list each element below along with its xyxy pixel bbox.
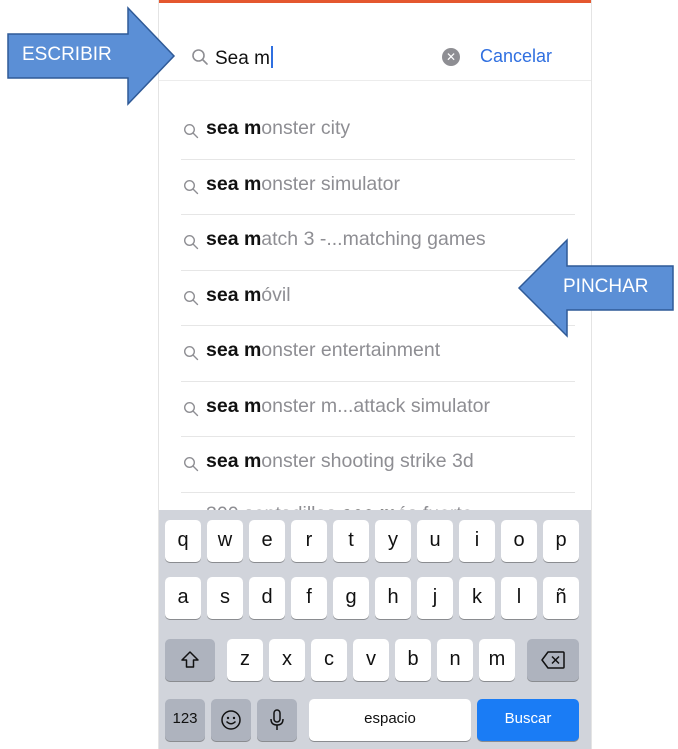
key-c[interactable]: c xyxy=(311,639,347,681)
space-key[interactable]: espacio xyxy=(309,699,471,741)
search-input[interactable]: Sea m xyxy=(215,46,273,70)
search-icon xyxy=(183,290,199,305)
suggestion-item[interactable]: sea monster m...attack simulator xyxy=(181,382,575,437)
key-g[interactable]: g xyxy=(333,577,369,619)
shift-key[interactable] xyxy=(165,639,215,681)
suggestion-text: sea móvil xyxy=(206,284,291,307)
key-w[interactable]: w xyxy=(207,520,243,562)
text-caret xyxy=(270,46,273,68)
key-v[interactable]: v xyxy=(353,639,389,681)
key-i[interactable]: i xyxy=(459,520,495,562)
shift-icon xyxy=(181,651,199,668)
dictation-key[interactable] xyxy=(257,699,297,741)
key-k[interactable]: k xyxy=(459,577,495,619)
suggestion-rest: onster entertainment xyxy=(261,339,441,361)
key-b[interactable]: b xyxy=(395,639,431,681)
suggestion-text: sea monster m...attack simulator xyxy=(206,395,490,418)
backspace-icon xyxy=(541,651,565,669)
search-icon xyxy=(183,345,199,361)
search-icon xyxy=(183,123,199,139)
search-bar[interactable]: Sea m ✕ Cancelar xyxy=(159,32,591,81)
suggestion-text: sea monster shooting strike 3d xyxy=(206,450,474,473)
key-h[interactable]: h xyxy=(375,577,411,619)
suggestion-text: sea monster simulator xyxy=(206,173,400,196)
cancel-button[interactable]: Cancelar xyxy=(480,46,552,67)
key-p[interactable]: p xyxy=(543,520,579,562)
suggestion-rest: óvil xyxy=(261,283,291,306)
suggestion-match: sea m xyxy=(206,172,262,195)
key-r[interactable]: r xyxy=(291,520,327,562)
delete-key[interactable] xyxy=(527,639,579,681)
suggestion-item[interactable]: sea monster city xyxy=(181,104,575,160)
key-u[interactable]: u xyxy=(417,520,453,562)
key-e[interactable]: e xyxy=(249,520,285,562)
microphone-icon xyxy=(270,709,284,730)
key-f[interactable]: f xyxy=(291,577,327,619)
pinchar-label: PINCHAR xyxy=(563,276,649,297)
search-icon xyxy=(183,179,199,194)
suggestion-text: sea match 3 -...matching games xyxy=(206,228,486,251)
emoji-key[interactable] xyxy=(211,699,251,741)
suggestion-rest: onster city xyxy=(261,117,351,139)
phone-screen: Sea m ✕ Cancelar sea monster city sea mo… xyxy=(158,0,592,749)
suggestion-rest: onster simulator xyxy=(261,172,401,195)
search-key[interactable]: Buscar xyxy=(477,699,579,741)
suggestion-match: sea m xyxy=(206,394,262,417)
suggestion-rest: onster shooting strike 3d xyxy=(261,450,474,472)
key-q[interactable]: q xyxy=(165,520,201,562)
search-query: Sea m xyxy=(215,48,270,69)
suggestion-match: sea m xyxy=(206,283,262,306)
suggestion-match: sea m xyxy=(206,228,262,250)
key-a[interactable]: a xyxy=(165,577,201,619)
search-icon xyxy=(183,234,199,250)
key-enye[interactable]: ñ xyxy=(543,577,579,619)
key-o[interactable]: o xyxy=(501,520,537,562)
escribir-label: ESCRIBIR xyxy=(22,44,112,65)
key-x[interactable]: x xyxy=(269,639,305,681)
key-t[interactable]: t xyxy=(333,520,369,562)
numbers-key[interactable]: 123 xyxy=(165,699,205,741)
top-accent-line xyxy=(159,0,591,3)
suggestion-item[interactable]: sea monster shooting strike 3d xyxy=(181,437,575,493)
suggestion-rest: atch 3 -...matching games xyxy=(261,228,486,250)
keyboard: q w e r t y u i o p a s d f g h j k l ñ … xyxy=(159,510,591,749)
suggestion-match: sea m xyxy=(206,117,262,139)
key-z[interactable]: z xyxy=(227,639,263,681)
search-icon xyxy=(183,456,199,472)
suggestion-text: sea monster city xyxy=(206,117,350,140)
search-icon xyxy=(192,49,208,65)
suggestion-match: sea m xyxy=(206,339,262,361)
suggestion-text: sea monster entertainment xyxy=(206,339,440,362)
key-n[interactable]: n xyxy=(437,639,473,681)
search-icon xyxy=(183,401,199,416)
key-m[interactable]: m xyxy=(479,639,515,681)
suggestion-rest: onster m...attack simulator xyxy=(261,394,490,417)
key-l[interactable]: l xyxy=(501,577,537,619)
key-j[interactable]: j xyxy=(417,577,453,619)
suggestion-item[interactable]: sea monster simulator xyxy=(181,160,575,215)
emoji-icon xyxy=(221,710,241,730)
clear-icon[interactable]: ✕ xyxy=(442,48,460,66)
key-d[interactable]: d xyxy=(249,577,285,619)
key-y[interactable]: y xyxy=(375,520,411,562)
key-s[interactable]: s xyxy=(207,577,243,619)
suggestion-match: sea m xyxy=(206,450,262,472)
